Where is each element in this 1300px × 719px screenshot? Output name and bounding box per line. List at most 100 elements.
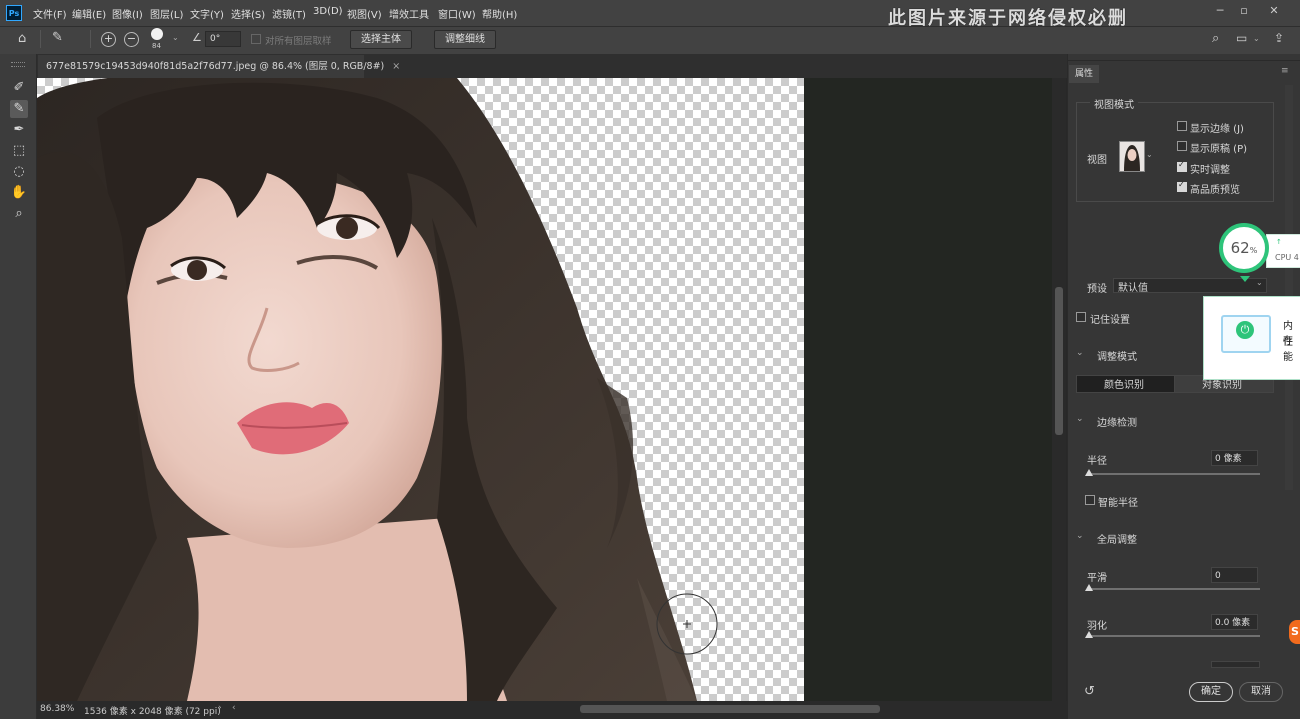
radius-slider[interactable] [1087, 473, 1260, 475]
smooth-slider[interactable] [1087, 588, 1260, 590]
quick-selection-tool-icon[interactable]: ✐ [10, 79, 28, 97]
show-original-checkbox[interactable] [1177, 141, 1187, 151]
reset-icon[interactable]: ↺ [1084, 684, 1095, 699]
contrast-field[interactable] [1211, 661, 1260, 668]
menu-type[interactable]: 文字(Y) [190, 6, 224, 21]
lasso-tool-icon[interactable]: ◌ [10, 163, 28, 181]
adjust-mode-title: 调整模式 [1097, 352, 1137, 363]
ok-button[interactable]: 确定 [1189, 682, 1233, 702]
menu-3d[interactable]: 3D(D) [313, 6, 343, 17]
share-icon[interactable]: ⇪ [1274, 31, 1284, 45]
hand-tool-icon[interactable]: ✋ [10, 184, 28, 202]
menu-select[interactable]: 选择(S) [231, 6, 265, 21]
object-selection-tool-icon[interactable]: ⬚ [10, 142, 28, 160]
brush-tip-icon[interactable] [151, 28, 163, 40]
smart-radius-label: 智能半径 [1098, 498, 1138, 509]
cpu-text: CPU 4 [1275, 253, 1299, 262]
select-subject-button[interactable]: 选择主体 [350, 30, 412, 49]
menu-image[interactable]: 图像(I) [112, 6, 143, 21]
view-label: 视图 [1087, 155, 1107, 166]
smooth-slider-knob[interactable] [1085, 584, 1093, 591]
percent-sign: % [1249, 246, 1258, 255]
sample-all-layers-checkbox[interactable] [251, 34, 261, 44]
angle-icon: ∠ [192, 31, 202, 44]
view-thumbnail-image [1124, 145, 1140, 171]
global-adjust-title: 全局调整 [1097, 535, 1137, 546]
vertical-scroll-thumb[interactable] [1055, 287, 1063, 435]
remember-settings-label: 记住设置 [1090, 315, 1130, 326]
toolbar-grip-icon[interactable] [11, 62, 25, 67]
divider [90, 30, 91, 48]
menu-plugins[interactable]: 增效工具 [389, 6, 429, 21]
add-to-selection-icon[interactable]: + [101, 32, 116, 47]
search-icon[interactable]: ⌕ [1212, 31, 1219, 46]
panel-menu-icon[interactable]: ≡ [1281, 66, 1289, 76]
show-edge-checkbox[interactable] [1177, 121, 1187, 131]
workspace-icon[interactable]: ▭ [1236, 31, 1247, 45]
remember-settings-checkbox[interactable] [1076, 312, 1086, 322]
cpu-percent: 62 [1230, 239, 1250, 257]
panel-scrollbar[interactable] [1285, 85, 1293, 490]
chevron-down-icon[interactable]: ⌄ [172, 33, 179, 42]
view-mode-title: 视图模式 [1090, 96, 1138, 111]
cpu-info-card[interactable] [1266, 234, 1300, 268]
menu-help[interactable]: 帮助(H) [482, 6, 517, 21]
radius-slider-knob[interactable] [1085, 469, 1093, 476]
feather-label: 羽化 [1087, 621, 1107, 632]
angle-field[interactable]: 0° [205, 31, 241, 47]
smart-radius-checkbox[interactable] [1085, 495, 1095, 505]
hq-preview-label: 高品质预览 [1190, 185, 1240, 196]
menu-edit[interactable]: 编辑(E) [72, 6, 106, 21]
hq-preview-checkbox[interactable] [1177, 180, 1187, 192]
menu-window[interactable]: 窗口(W) [438, 6, 476, 21]
memory-text-line2: 性能 [1283, 337, 1293, 363]
home-icon[interactable]: ⌂ [18, 31, 26, 46]
scroll-left-icon[interactable]: ‹ [232, 703, 236, 713]
sogou-ime-icon[interactable]: S [1289, 620, 1300, 644]
document-tab[interactable]: 677e81579c19453d940f81d5a2f76d77.jpeg @ … [38, 55, 400, 78]
tab-properties[interactable]: 属性 [1069, 65, 1099, 83]
menu-view[interactable]: 视图(V) [347, 6, 382, 21]
chevron-down-icon[interactable]: ⌄ [1256, 278, 1263, 287]
preset-label: 预设 [1087, 284, 1107, 295]
pointer-icon [1240, 276, 1250, 282]
photoshop-logo-icon[interactable]: Ps [6, 5, 22, 21]
document-canvas[interactable] [37, 78, 804, 701]
close-window-icon[interactable]: ✕ [1265, 4, 1283, 18]
chevron-down-icon[interactable]: ⌄ [1076, 531, 1084, 541]
subtract-selection-icon[interactable]: − [124, 32, 139, 47]
refine-edge-brush-tool-icon[interactable]: ✎ [10, 100, 28, 118]
menu-filter[interactable]: 滤镜(T) [272, 6, 306, 21]
horizontal-scroll-thumb[interactable] [580, 705, 880, 713]
menu-file[interactable]: 文件(F) [33, 6, 67, 21]
cancel-button[interactable]: 取消 [1239, 682, 1283, 702]
chevron-down-icon[interactable]: ⌄ [1146, 150, 1153, 159]
document-dimensions: 1536 像素 x 2048 像素 (72 ppi) [84, 707, 221, 717]
radius-field[interactable]: 0 像素 [1211, 450, 1258, 466]
cpu-usage-badge[interactable]: 62% [1219, 223, 1269, 273]
minimize-icon[interactable]: ─ [1211, 4, 1229, 18]
refine-brush-preset-icon[interactable]: ✎ [52, 30, 63, 45]
show-edge-label: 显示边缘 (J) [1190, 124, 1244, 135]
zoom-level[interactable]: 86.38% [40, 704, 74, 714]
chevron-down-icon[interactable]: ⌄ [1076, 348, 1084, 358]
chevron-right-icon[interactable]: › [218, 703, 222, 713]
maximize-icon[interactable]: ▫ [1235, 4, 1253, 18]
preset-value: 默认值 [1118, 283, 1148, 294]
feather-slider-knob[interactable] [1085, 631, 1093, 638]
feather-slider[interactable] [1087, 635, 1260, 637]
divider [1067, 60, 1300, 61]
close-tab-icon[interactable]: × [392, 61, 400, 72]
realtime-checkbox[interactable] [1177, 160, 1187, 172]
feather-field[interactable]: 0.0 像素 [1211, 614, 1258, 630]
view-thumbnail[interactable] [1119, 141, 1145, 172]
refine-hair-button[interactable]: 调整细线 [434, 30, 496, 49]
menu-layer[interactable]: 图层(L) [150, 6, 183, 21]
zoom-tool-icon[interactable]: ⌕ [10, 205, 28, 223]
chevron-down-icon[interactable]: ⌄ [1076, 414, 1084, 424]
realtime-label: 实时调整 [1190, 165, 1230, 176]
smooth-field[interactable]: 0 [1211, 567, 1258, 583]
document-tab-title: 677e81579c19453d940f81d5a2f76d77.jpeg @ … [46, 61, 385, 72]
brush-tool-icon[interactable]: ✒ [10, 121, 28, 139]
chevron-down-icon[interactable]: ⌄ [1253, 34, 1260, 43]
